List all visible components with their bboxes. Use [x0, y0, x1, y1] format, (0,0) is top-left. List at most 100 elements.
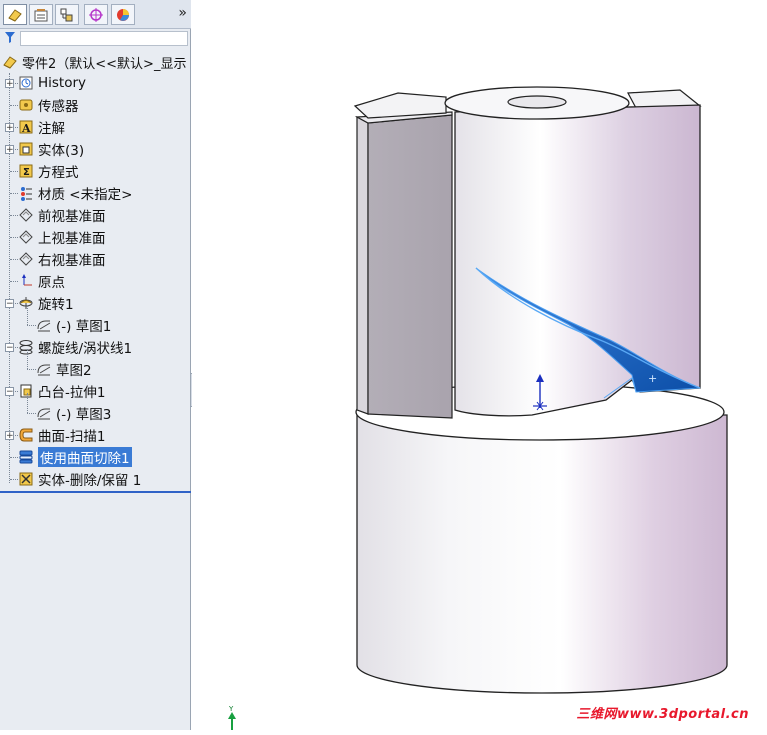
configuration-manager-icon [60, 8, 73, 21]
collapse-toggle[interactable]: − [5, 387, 14, 397]
base-cylinder-body [356, 414, 728, 694]
tree-connector [10, 193, 18, 194]
top-plate [353, 92, 447, 119]
tree-child-guide [27, 305, 28, 325]
triad-y-label: Y [228, 705, 234, 713]
material-icon [18, 185, 34, 201]
tree-item-label: 实体(3) [38, 143, 85, 159]
tree-child-guide [27, 393, 28, 413]
plane-icon [18, 251, 34, 267]
annotation-icon: A [18, 119, 34, 135]
tree-item-label: 实体-删除/保留 1 [38, 473, 142, 489]
tree-item[interactable]: 草图2 [36, 359, 92, 379]
sweep-surface-icon [18, 427, 34, 443]
tree-item[interactable]: 上视基准面 [18, 227, 106, 247]
tree-item[interactable]: 实体-删除/保留 1 [18, 469, 141, 489]
tree-item[interactable]: History [18, 73, 86, 93]
tree-item[interactable]: 曲面-扫描1 [18, 425, 105, 445]
tree-item[interactable]: 传感器 [18, 95, 79, 115]
dimxpert-tab[interactable] [84, 4, 108, 25]
rollback-bar[interactable] [0, 491, 191, 493]
svg-text:A: A [21, 122, 31, 135]
collapse-toggle[interactable]: − [5, 299, 14, 309]
graphics-area[interactable]: + [192, 0, 767, 730]
filter-icon[interactable] [5, 32, 15, 46]
tree-item-label: 曲面-扫描1 [38, 429, 106, 445]
tree-item[interactable]: 凸台-拉伸1 [18, 381, 105, 401]
tree-item[interactable]: (-) 草图3 [36, 403, 111, 423]
tree-connector [27, 325, 36, 326]
tree-item-label: 材质 <未指定> [38, 187, 133, 203]
history-icon [18, 75, 34, 91]
tree-connector [10, 259, 18, 260]
tree-item[interactable]: 材质 <未指定> [18, 183, 132, 203]
svg-text:+: + [648, 372, 657, 385]
tree-connector [27, 413, 36, 414]
tree-item-label: 上视基准面 [38, 231, 106, 247]
wall-inner-face [367, 114, 453, 419]
more-tabs-chevron[interactable]: » [178, 5, 187, 21]
configuration-manager-tab[interactable] [55, 4, 79, 25]
tree-connector [10, 171, 18, 172]
part-icon [3, 56, 17, 69]
collapse-toggle[interactable]: − [5, 343, 14, 353]
surface-cut-icon [18, 449, 34, 465]
panel-tab-bar: » [0, 0, 191, 29]
tree-item-label: 螺旋线/涡状线1 [38, 341, 133, 357]
extrude-icon [18, 383, 34, 399]
helix-icon [18, 339, 34, 355]
tree-item[interactable]: 原点 [18, 271, 65, 291]
center-hole [507, 95, 567, 109]
dimxpert-icon [89, 7, 103, 22]
tree-connector [10, 457, 18, 458]
feature-manager-icon [8, 8, 22, 22]
tree-item-label: 草图2 [56, 363, 92, 379]
watermark-text: 三维网www.3dportal.cn [576, 707, 749, 722]
tree-item[interactable]: (-) 草图1 [36, 315, 111, 335]
feature-manager-panel: » 零件2（默认<<默认>_显示 History + 传感器 A 注解 + 实体(3) + Σ 方… [0, 0, 191, 730]
origin-icon [18, 273, 34, 289]
display-manager-tab[interactable] [111, 4, 135, 25]
plane-icon [18, 207, 34, 223]
filter-input[interactable] [20, 31, 188, 46]
tree-item-label: 旋转1 [38, 297, 74, 313]
tree-item-label: 使用曲面切除1 [38, 447, 132, 467]
equations-icon: Σ [18, 163, 34, 179]
tree-item-label: (-) 草图1 [56, 319, 112, 335]
tree-connector [27, 369, 36, 370]
tree-connector [10, 479, 18, 480]
tree-item[interactable]: A 注解 [18, 117, 65, 137]
filter-bar [0, 29, 191, 49]
sketch-icon [36, 405, 52, 421]
expand-toggle[interactable]: + [5, 123, 14, 133]
delete-body-icon [18, 471, 34, 487]
sketch-icon [36, 317, 52, 333]
tree-connector [10, 215, 18, 216]
wall-front-face [356, 115, 369, 415]
tree-item-label: 方程式 [38, 165, 79, 181]
revolve-icon [18, 295, 34, 311]
solid-bodies-icon [18, 141, 34, 157]
expand-toggle[interactable]: + [5, 145, 14, 155]
tree-item[interactable]: 前视基准面 [18, 205, 106, 225]
sketch-icon [36, 361, 52, 377]
feature-manager-tab[interactable] [3, 4, 27, 25]
tree-item[interactable]: 右视基准面 [18, 249, 106, 269]
tree-connector [10, 105, 18, 106]
tree-item[interactable]: Σ 方程式 [18, 161, 79, 181]
tree-item-label: 前视基准面 [38, 209, 106, 225]
property-manager-tab[interactable] [29, 4, 53, 25]
tree-item-label: History [38, 75, 87, 91]
tree-connector [10, 237, 18, 238]
3d-model-view[interactable]: + [192, 0, 767, 730]
tree-item[interactable]: 实体(3) [18, 139, 84, 159]
expand-toggle[interactable]: + [5, 79, 14, 89]
tree-root-part[interactable]: 零件2（默认<<默认>_显示 [0, 52, 191, 72]
upper-cylinder-body [454, 104, 701, 417]
tree-root-label: 零件2（默认<<默认>_显示 [22, 56, 187, 72]
expand-toggle[interactable]: + [5, 431, 14, 441]
tree-item-label: (-) 草图3 [56, 407, 112, 423]
tree-item[interactable]: 使用曲面切除1 [18, 447, 132, 467]
tree-guide-line [9, 73, 10, 483]
tree-item[interactable]: 螺旋线/涡状线1 [18, 337, 132, 357]
